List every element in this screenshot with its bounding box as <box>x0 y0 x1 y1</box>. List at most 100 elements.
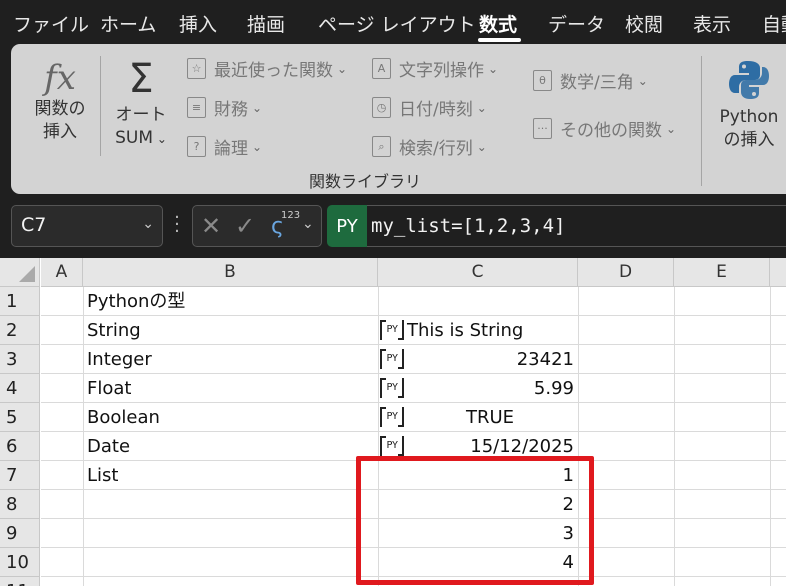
logical-dropdown[interactable]: ? 論理 ⌄ <box>187 134 262 159</box>
row-header-7[interactable]: 7 <box>0 461 40 490</box>
tab-page-layout[interactable]: ページ レイアウト <box>318 10 476 37</box>
chevron-down-icon: ⌄ <box>337 61 348 76</box>
insert-python-label-2: の挿入 <box>723 130 775 150</box>
financial-dropdown[interactable]: ≡ 財務 ⌄ <box>187 95 262 120</box>
column-header-f[interactable] <box>770 258 786 287</box>
insert-function-label-2: 挿入 <box>43 122 77 142</box>
logical-label: 論理 <box>214 139 248 159</box>
row-header-3[interactable]: 3 <box>0 345 40 374</box>
highlight-annotation-box <box>356 456 594 585</box>
column-header-d[interactable]: D <box>578 258 674 287</box>
more-functions-label: その他の関数 <box>560 121 662 141</box>
row-header-10[interactable]: 10 <box>0 548 40 577</box>
insert-function-label-1: 関数の <box>34 99 86 119</box>
text-label: 文字列操作 <box>399 61 484 81</box>
cell-b3[interactable]: Integer <box>87 345 152 374</box>
ellipsis-icon: ··· <box>533 118 552 139</box>
name-box[interactable]: C7 ⌄ <box>11 205 163 247</box>
recent-functions-dropdown[interactable]: ☆ 最近使った関数 ⌄ <box>187 56 347 81</box>
chevron-down-icon[interactable]: ⌄ <box>142 216 154 232</box>
row-header-9[interactable]: 9 <box>0 519 40 548</box>
chevron-down-icon: ⌄ <box>666 121 677 136</box>
date-time-dropdown[interactable]: ◷ 日付/時刻 ⌄ <box>372 95 487 120</box>
formula-text: my_list=[1,2,3,4] <box>371 215 566 237</box>
confirm-icon[interactable]: ✓ <box>235 212 255 240</box>
row-header-4[interactable]: 4 <box>0 374 40 403</box>
ribbon-separator <box>701 56 702 186</box>
formula-controls: ✕ ✓ ς 123 ⌄ <box>192 205 322 247</box>
python-cell-icon[interactable]: PY <box>380 407 404 427</box>
row-header-6[interactable]: 6 <box>0 432 40 461</box>
chevron-down-icon: ⌄ <box>476 100 487 115</box>
row-header-11[interactable]: 11 <box>0 577 40 586</box>
chevron-down-icon: ⌄ <box>252 139 263 154</box>
column-header-b[interactable]: B <box>83 258 378 287</box>
column-gridline <box>83 287 84 586</box>
python-logo-icon <box>711 54 786 106</box>
cell-b7[interactable]: List <box>87 461 118 490</box>
tab-insert[interactable]: 挿入 <box>179 10 217 37</box>
tab-view[interactable]: 表示 <box>693 10 731 37</box>
magnifier-icon: ⌕ <box>372 136 391 157</box>
tab-automate[interactable]: 自動 <box>762 10 786 37</box>
tab-review[interactable]: 校閲 <box>625 10 663 37</box>
recent-functions-label: 最近使った関数 <box>214 61 333 81</box>
database-icon: ≡ <box>187 97 206 118</box>
column-gridline <box>674 287 675 586</box>
question-icon: ? <box>187 136 206 157</box>
tab-formulas[interactable]: 数式 <box>479 10 517 37</box>
cell-c3[interactable]: 23421 <box>380 345 574 374</box>
chevron-down-icon: ⌄ <box>252 100 263 115</box>
name-box-value: C7 <box>21 214 47 236</box>
chevron-down-icon[interactable]: ⌄ <box>302 216 314 232</box>
cell-b5[interactable]: Boolean <box>87 403 160 432</box>
chevron-down-icon: ⌄ <box>476 139 487 154</box>
ribbon-separator <box>100 56 101 156</box>
cancel-icon[interactable]: ✕ <box>201 212 221 240</box>
more-functions-dropdown[interactable]: ··· その他の関数 ⌄ <box>533 116 676 141</box>
drag-handle-icon[interactable]: · · · <box>173 209 181 241</box>
python-cell-icon[interactable]: PY <box>380 320 404 340</box>
autosum-button[interactable]: Σ オート SUM ⌄ <box>109 54 173 151</box>
math-trig-dropdown[interactable]: θ 数学/三角 ⌄ <box>533 68 648 93</box>
insert-function-button[interactable]: fx 関数の 挿入 <box>29 58 91 144</box>
select-all-button[interactable] <box>0 258 40 287</box>
row-header-2[interactable]: 2 <box>0 316 40 345</box>
active-tab-indicator <box>478 38 521 42</box>
date-time-label: 日付/時刻 <box>399 100 473 120</box>
sigma-icon: Σ <box>128 56 154 102</box>
cell-b4[interactable]: Float <box>87 374 131 403</box>
autosum-label-2-row: SUM ⌄ <box>109 127 173 151</box>
text-icon: A <box>372 58 391 79</box>
column-header-a[interactable]: A <box>41 258 83 287</box>
cell-c2[interactable]: This is String <box>407 316 523 345</box>
text-dropdown[interactable]: A 文字列操作 ⌄ <box>372 56 498 81</box>
tab-file[interactable]: ファイル <box>13 10 89 37</box>
cell-c4[interactable]: 5.99 <box>380 374 574 403</box>
cell-b1[interactable]: Pythonの型 <box>87 287 185 316</box>
row-header-8[interactable]: 8 <box>0 490 40 519</box>
fx-icon: fx <box>44 58 76 98</box>
financial-label: 財務 <box>214 100 248 120</box>
column-header-e[interactable]: E <box>674 258 770 287</box>
tab-home[interactable]: ホーム <box>100 10 156 37</box>
cell-c5[interactable]: TRUE <box>405 403 575 432</box>
row-header-5[interactable]: 5 <box>0 403 40 432</box>
star-icon: ☆ <box>187 58 206 79</box>
function-library-group-label: 関数ライブラリ <box>309 172 422 191</box>
lookup-reference-dropdown[interactable]: ⌕ 検索/行列 ⌄ <box>372 134 487 159</box>
formula-input[interactable]: my_list=[1,2,3,4] <box>367 205 786 247</box>
tab-data[interactable]: データ <box>548 10 605 37</box>
python-mode-badge[interactable]: PY <box>327 205 367 247</box>
select-all-triangle-icon <box>19 266 35 282</box>
insert-python-label-1: Python <box>719 107 779 127</box>
cell-b2[interactable]: String <box>87 316 141 345</box>
cell-b6[interactable]: Date <box>87 432 130 461</box>
ribbon-formulas: fx 関数の 挿入 Σ オート SUM ⌄ ☆ 最近使った関数 ⌄ ≡ 財務 ⌄ ? 論理… <box>11 44 786 194</box>
insert-python-button[interactable]: Python の挿入 <box>711 54 786 152</box>
tab-draw[interactable]: 描画 <box>247 10 285 37</box>
row-header-1[interactable]: 1 <box>0 287 40 316</box>
column-header-c[interactable]: C <box>378 258 578 287</box>
chevron-down-icon: ⌄ <box>488 61 499 76</box>
clock-icon: ◷ <box>372 97 391 118</box>
